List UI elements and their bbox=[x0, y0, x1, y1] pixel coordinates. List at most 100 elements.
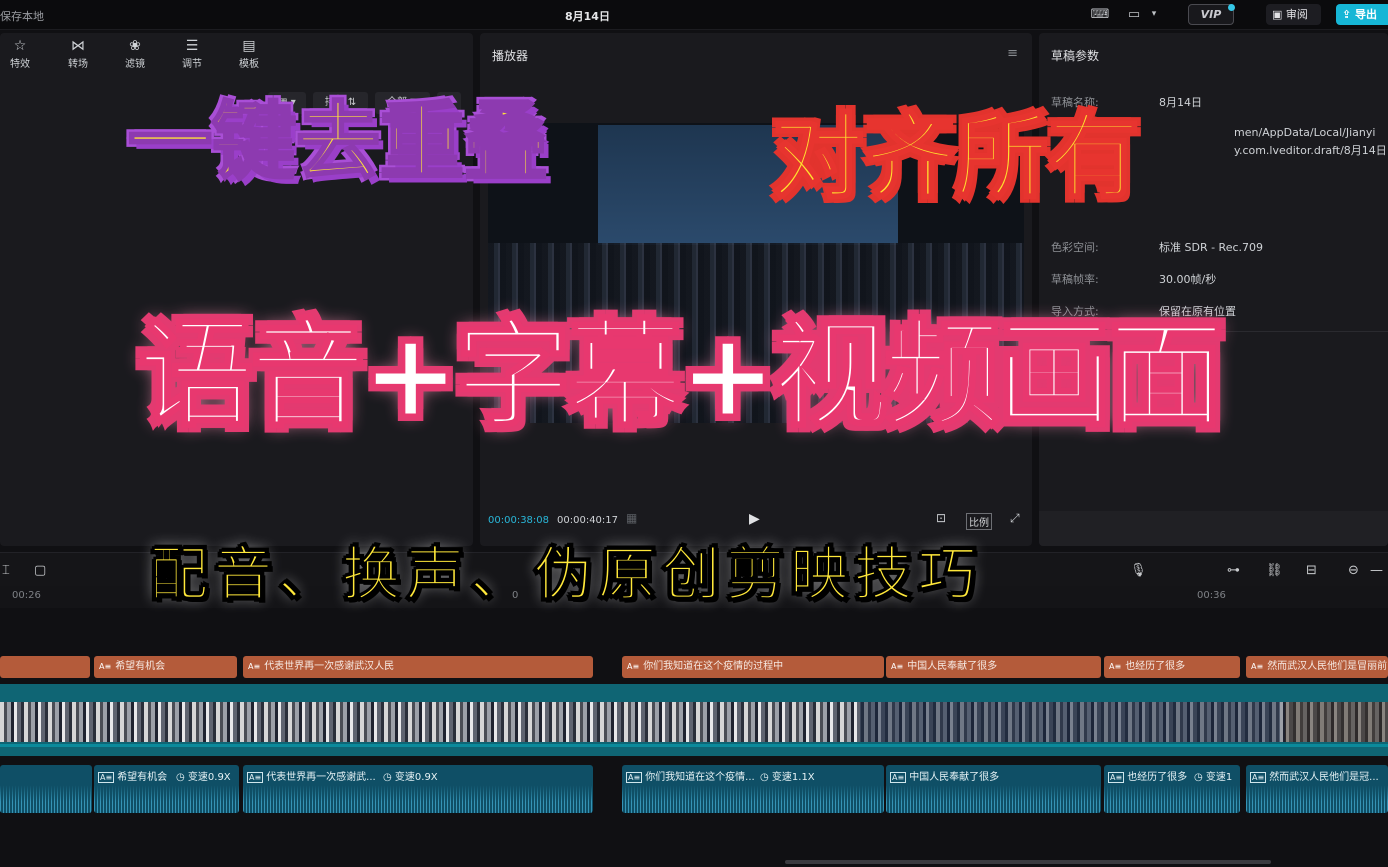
export-label: 导出 bbox=[1355, 8, 1378, 21]
tool-effects[interactable]: ☆ 特效 bbox=[0, 37, 40, 70]
zoom-fit-icon[interactable]: ⊡ bbox=[936, 511, 946, 525]
audio-text: 希望有机会 bbox=[117, 772, 168, 783]
template-icon: ▤ bbox=[242, 38, 256, 54]
current-timecode: 00:00:38:08 bbox=[488, 515, 550, 526]
upload-icon: ⇪ bbox=[1342, 8, 1356, 21]
audio-text: 也经历了很多 bbox=[1127, 772, 1188, 783]
waveform bbox=[1246, 785, 1388, 813]
zoom-slider[interactable]: — bbox=[1370, 563, 1383, 578]
audio-text-icon: A≡ bbox=[626, 772, 643, 783]
tool-label: 模板 bbox=[239, 59, 259, 70]
subtitle-clip[interactable]: A≡ 希望有机会 bbox=[94, 656, 237, 678]
ratio-button[interactable]: 比例 bbox=[966, 513, 992, 530]
chevron-down-icon[interactable]: ▾ bbox=[1144, 6, 1164, 23]
export-button[interactable]: ⇪ 导出 bbox=[1336, 4, 1388, 25]
audio-text-icon: A≡ bbox=[98, 772, 115, 783]
speed-icon: ◷ bbox=[1194, 772, 1206, 783]
audio-label: A≡ 中国人民奉献了很多 bbox=[890, 768, 999, 783]
subtitle-clip[interactable]: A≡ 然而武汉人民他们是冒丽前 bbox=[1246, 656, 1388, 678]
audio-clip[interactable]: A≡ 希望有机会 ◷ 变速0.9X bbox=[94, 765, 239, 813]
text-clip-icon: A≡ bbox=[627, 662, 640, 671]
subtitle-clip[interactable]: A≡ 也经历了很多 bbox=[1104, 656, 1240, 678]
speed-icon: ◷ bbox=[760, 772, 772, 783]
top-bar: 保存本地 8月14日 ⌨ ▭ ▾ VIP ▣ 审阅 ⇪ 导出 bbox=[0, 0, 1388, 30]
field-value: 8月14日 bbox=[1159, 96, 1202, 109]
audio-text-icon: A≡ bbox=[1108, 772, 1125, 783]
audio-clip[interactable] bbox=[0, 765, 92, 813]
audio-clip[interactable]: A≡ 然而武汉人民他们是冠... bbox=[1246, 765, 1388, 813]
speed-badge: ◷ 变速0.9X bbox=[383, 768, 438, 783]
tool-label: 特效 bbox=[10, 59, 30, 70]
audio-clip[interactable]: A≡ 中国人民奉献了很多 bbox=[886, 765, 1101, 813]
snap-icon[interactable]: ⊶ bbox=[1227, 563, 1240, 578]
split-preview-icon[interactable]: ⊟ bbox=[1306, 563, 1317, 578]
video-thumbnail-strip bbox=[0, 702, 1388, 742]
speed-icon: ◷ bbox=[383, 772, 395, 783]
layout-icon[interactable]: ▭ bbox=[1124, 6, 1144, 23]
text-clip-icon: A≡ bbox=[1251, 662, 1264, 671]
audio-clip[interactable]: A≡ 也经历了很多 ◷ 变速1 bbox=[1104, 765, 1240, 813]
tool-transition[interactable]: ⋈ 转场 bbox=[58, 37, 98, 70]
waveform bbox=[0, 785, 92, 813]
record-mic-icon[interactable]: 🎙 bbox=[1130, 563, 1147, 578]
draft-title: 草稿参数 bbox=[1051, 49, 1100, 63]
video-track[interactable] bbox=[0, 684, 1388, 756]
menu-icon[interactable]: ≡ bbox=[1007, 46, 1018, 61]
circles-filter-icon: ❀ bbox=[129, 38, 141, 54]
select-tool-icon[interactable]: ⌶ bbox=[2, 563, 10, 578]
review-button[interactable]: ▣ 审阅 bbox=[1266, 4, 1321, 25]
text-clip-icon: A≡ bbox=[891, 662, 904, 671]
audio-text: 中国人民奉献了很多 bbox=[909, 772, 1000, 783]
delete-icon[interactable]: ▢ bbox=[34, 563, 46, 578]
audio-clip[interactable]: A≡ 你们我知道在这个疫情... ◷ 变速1.1X bbox=[622, 765, 884, 813]
text-clip-icon: A≡ bbox=[248, 662, 261, 671]
timeline-scrollbar[interactable] bbox=[785, 860, 1271, 864]
tool-filter[interactable]: ❀ 滤镜 bbox=[115, 37, 155, 70]
project-title: 8月14日 bbox=[565, 10, 610, 23]
speed-text: 变速0.9X bbox=[394, 772, 438, 783]
subtitle-clip[interactable] bbox=[0, 656, 90, 678]
audio-text-icon: A≡ bbox=[247, 772, 264, 783]
field-value: men/AppData/Local/Jianyi bbox=[1234, 126, 1376, 139]
subtitle-clip[interactable]: A≡ 代表世界再一次感谢武汉人民 bbox=[243, 656, 593, 678]
promo-headline-1: 一键去重叠 bbox=[126, 93, 549, 191]
speed-icon: ◷ bbox=[176, 772, 188, 783]
link-icon[interactable]: ⛓ bbox=[1266, 563, 1283, 578]
field-value: 30.00帧/秒 bbox=[1159, 273, 1217, 286]
tool-label: 转场 bbox=[68, 59, 88, 70]
field-key: 色彩空间: bbox=[1051, 241, 1099, 254]
player-title: 播放器 bbox=[492, 49, 529, 63]
tool-template[interactable]: ▤ 模板 bbox=[229, 37, 269, 70]
subtitle-text: 也经历了很多 bbox=[1125, 661, 1186, 672]
fullscreen-icon[interactable]: ⤢ bbox=[1010, 511, 1020, 526]
play-icon[interactable]: ▶ bbox=[749, 511, 760, 527]
waveform bbox=[1104, 785, 1240, 813]
zoom-out-icon[interactable]: ⊖ bbox=[1348, 563, 1359, 578]
subtitle-text: 希望有机会 bbox=[115, 661, 166, 672]
speed-badge: ◷ 变速1.1X bbox=[760, 768, 815, 783]
audio-label: A≡ 希望有机会 bbox=[98, 768, 167, 783]
audio-clip[interactable]: A≡ 代表世界再一次感谢武... ◷ 变速0.9X bbox=[243, 765, 593, 813]
bowtie-transition-icon: ⋈ bbox=[71, 38, 85, 54]
speed-text: 变速1.1X bbox=[771, 772, 815, 783]
waveform bbox=[94, 785, 239, 813]
tool-adjust[interactable]: ☰ 调节 bbox=[172, 37, 212, 70]
keyboard-icon[interactable]: ⌨ bbox=[1090, 6, 1110, 23]
subtitle-clip[interactable]: A≡ 中国人民奉献了很多 bbox=[886, 656, 1101, 678]
subtitle-text: 然而武汉人民他们是冒丽前 bbox=[1267, 661, 1388, 672]
audio-label: A≡ 也经历了很多 bbox=[1108, 768, 1187, 783]
total-duration: 00:00:40:17 bbox=[557, 515, 619, 526]
save-status: 保存本地 bbox=[0, 10, 44, 23]
ruler-label: 00:36 bbox=[1197, 590, 1226, 601]
tool-label: 调节 bbox=[182, 59, 202, 70]
review-icon: ▣ bbox=[1272, 8, 1286, 21]
audio-text: 然而武汉人民他们是冠... bbox=[1269, 772, 1379, 783]
speed-badge: ◷ 变速1 bbox=[1194, 768, 1232, 783]
subtitle-clip[interactable]: A≡ 你们我知道在这个疫情的过程中 bbox=[622, 656, 884, 678]
text-clip-icon: A≡ bbox=[1109, 662, 1122, 671]
grid-view-icon[interactable]: ▦ bbox=[626, 511, 637, 525]
waveform bbox=[622, 785, 884, 813]
audio-label: A≡ 代表世界再一次感谢武... bbox=[247, 768, 376, 783]
sliders-adjust-icon: ☰ bbox=[185, 38, 199, 54]
audio-text: 代表世界再一次感谢武... bbox=[266, 772, 376, 783]
